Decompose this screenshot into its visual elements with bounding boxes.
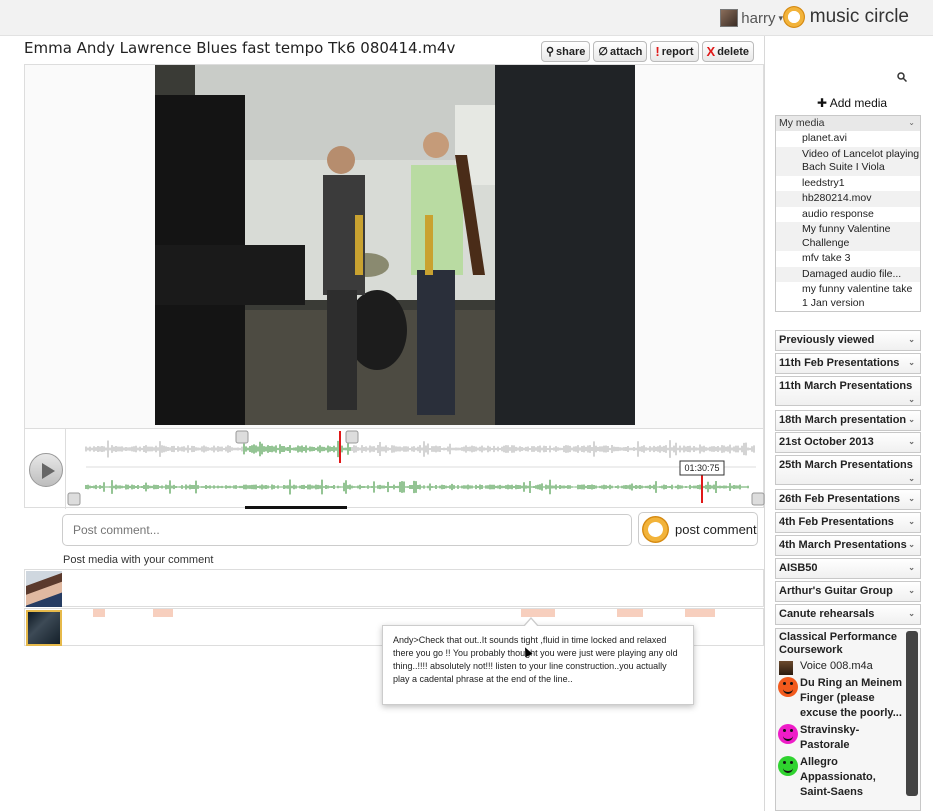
brand-name: music circle — [809, 6, 909, 27]
list-item[interactable]: Video of Lancelot playing Bach Suite I V… — [776, 146, 920, 176]
add-media-button[interactable]: ✚ Add media — [817, 96, 887, 110]
avatar[interactable] — [26, 610, 62, 646]
file-icon — [779, 661, 793, 675]
list-item[interactable]: My funny Valentine Challenge — [776, 222, 920, 251]
selection-bar[interactable] — [245, 506, 347, 512]
list-item[interactable]: Voice 008.m4a — [776, 659, 906, 675]
my-media-list: My media ⌄ planet.avi Video of Lancelot … — [775, 115, 921, 312]
delete-button[interactable]: Xdelete — [701, 41, 754, 62]
attach-icon: ∅ — [598, 46, 608, 58]
range-end-handle[interactable] — [345, 430, 359, 444]
group-11th-march[interactable]: 11th March Presentations ⌄ — [775, 376, 921, 406]
list-item[interactable]: mfv take 3 — [776, 251, 920, 267]
list-item[interactable]: planet.avi — [776, 131, 920, 147]
scrollbar[interactable] — [906, 631, 918, 796]
report-button[interactable]: ! report — [650, 41, 699, 62]
my-media-header[interactable]: My media ⌄ — [776, 116, 920, 131]
chevron-down-icon: ⌄ — [908, 609, 915, 618]
post-comment-button[interactable]: post comment — [638, 512, 758, 546]
music-circle-logo-icon — [782, 6, 805, 28]
sidebar: ✚ Add media My media ⌄ planet.avi Video … — [773, 70, 921, 811]
attach-button[interactable]: ∅ attach — [593, 41, 648, 62]
list-item[interactable]: Allegro Appassionato, Saint-Saens — [776, 755, 906, 800]
play-button[interactable] — [29, 453, 63, 487]
group-25th-march[interactable]: 25th March Presentations ⌄ — [775, 455, 921, 485]
timeline[interactable]: 01:30:75 — [65, 429, 765, 512]
user-avatar — [720, 9, 739, 27]
chevron-down-icon: ⌄ — [908, 437, 915, 446]
main-panel: Emma Andy Lawrence Blues fast tempo Tk6 … — [20, 36, 765, 811]
comment-input[interactable] — [63, 515, 631, 545]
comment-marker[interactable] — [93, 609, 105, 617]
chevron-down-icon: ⌄ — [908, 335, 915, 344]
report-icon: ! — [655, 44, 660, 59]
group-11th-feb[interactable]: 11th Feb Presentations ⌄ — [775, 353, 921, 374]
group-21st-october[interactable]: 21st October 2013 ⌄ — [775, 432, 921, 453]
video-frame — [155, 65, 635, 425]
group-4th-feb[interactable]: 4th Feb Presentations ⌄ — [775, 512, 921, 533]
chevron-down-icon: ⌄ — [908, 415, 915, 424]
group-previously-viewed[interactable]: Previously viewed ⌄ — [775, 330, 921, 351]
list-item[interactable]: Damaged audio file... — [776, 266, 920, 282]
group-classical-performance: Classical Performance Coursework Voice 0… — [775, 628, 921, 811]
media-title: Emma Andy Lawrence Blues fast tempo Tk6 … — [24, 39, 456, 57]
music-circle-logo-icon — [642, 515, 669, 543]
comment-marker[interactable] — [153, 609, 173, 617]
zoom-start-handle[interactable] — [67, 492, 81, 506]
smiley-icon — [778, 724, 798, 744]
share-icon: ⚲ — [545, 46, 555, 58]
comment-track[interactable] — [24, 569, 764, 607]
list-item[interactable]: hb280214.mov — [776, 191, 920, 207]
overview-waveform — [85, 440, 755, 458]
plus-icon: ✚ — [817, 96, 828, 110]
zoom-end-handle[interactable] — [751, 492, 765, 506]
list-item[interactable]: Stravinsky- Pastorale — [776, 723, 906, 753]
avatar[interactable] — [26, 571, 62, 607]
chevron-down-icon: ⌄ — [908, 395, 915, 404]
chevron-down-icon: ⌄ — [908, 586, 915, 595]
chevron-down-icon: ⌄ — [908, 118, 915, 127]
group-18th-march[interactable]: 18th March presentation ⌄ — [775, 410, 921, 431]
zoomed-waveform — [85, 479, 749, 495]
video-player[interactable] — [155, 65, 635, 425]
chevron-down-icon: ⌄ — [908, 540, 915, 549]
audio-player: 01:30:75 — [24, 428, 765, 512]
group-aisb50[interactable]: AISB50 ⌄ — [775, 558, 921, 579]
comment-marker[interactable] — [521, 609, 555, 617]
video-container — [24, 64, 764, 454]
smiley-icon — [778, 756, 798, 776]
range-start-handle[interactable] — [235, 430, 249, 444]
user-menu[interactable]: harry ▾ — [720, 9, 783, 27]
comment-popup: Andy>Check that out..It sounds tight ,fl… — [382, 617, 694, 705]
chevron-down-icon: ⌄ — [908, 358, 915, 367]
list-item[interactable]: Du Ring an Meinem Finger (please excuse … — [776, 676, 906, 721]
group-4th-march[interactable]: 4th March Presentations ⌄ — [775, 535, 921, 556]
post-media-label: Post media with your comment — [63, 554, 214, 566]
group-canute-rehearsals[interactable]: Canute rehearsals ⌄ — [775, 604, 921, 625]
chevron-down-icon: ⌄ — [908, 517, 915, 526]
comment-text: Andy>Check that out..It sounds tight ,fl… — [393, 635, 678, 684]
waveform: 01:30:75 — [67, 430, 765, 512]
comment-marker[interactable] — [617, 609, 643, 617]
list-item[interactable]: audio response — [776, 207, 920, 223]
chevron-down-icon: ⌄ — [908, 474, 915, 483]
media-actions: ⚲ share ∅ attach ! report Xdelete — [540, 41, 754, 62]
list-item[interactable]: leedstry1 — [776, 176, 920, 192]
chevron-down-icon: ⌄ — [908, 563, 915, 572]
group-26th-feb[interactable]: 26th Feb Presentations ⌄ — [775, 489, 921, 510]
list-item[interactable]: my funny valentine take 1 Jan version — [776, 282, 920, 311]
group-arthurs-guitar[interactable]: Arthur's Guitar Group ⌄ — [775, 581, 921, 602]
search-icon[interactable] — [897, 72, 907, 82]
top-bar: harry ▾ music circle — [0, 0, 933, 36]
chevron-down-icon: ⌄ — [908, 494, 915, 503]
share-button[interactable]: ⚲ share — [540, 41, 591, 62]
group-header[interactable]: Classical Performance Coursework — [776, 629, 906, 659]
comment-box[interactable] — [62, 514, 632, 546]
comment-marker[interactable] — [685, 609, 715, 617]
brand-logo[interactable]: music circle — [782, 6, 909, 28]
delete-icon: X — [706, 44, 716, 59]
time-readout: 01:30:75 — [684, 463, 719, 473]
username: harry — [741, 9, 776, 27]
smiley-icon — [778, 677, 798, 697]
